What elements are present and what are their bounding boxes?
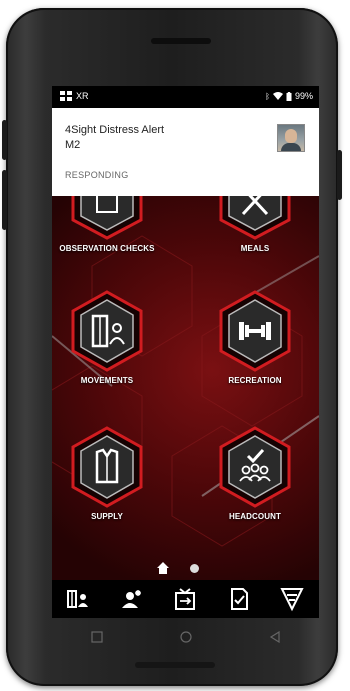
app-bottom-nav [52,580,319,618]
transfer-icon[interactable] [171,585,199,613]
status-app-label: XR [76,91,89,101]
bluetooth-icon: ᛒ [265,91,270,101]
home-circle-icon[interactable] [179,631,192,643]
page-indicator[interactable] [156,561,199,575]
movements-icon[interactable] [65,585,93,613]
page-dot[interactable] [190,563,199,573]
earpiece-speaker [151,38,211,44]
tile-label: OBSERVATION CHECKS [59,244,155,253]
battery-icon [286,91,292,101]
side-button [337,150,342,200]
side-button [2,120,7,160]
door-person-icon [71,290,143,372]
back-icon[interactable] [269,631,281,643]
recents-icon[interactable] [90,631,103,643]
tile-supply[interactable]: SUPPLY [52,426,162,521]
clipboard-icon [71,196,143,240]
status-bar: XR ᛒ 99% [52,86,319,108]
app-main: OBSERVATION CHECKS MEALS MOVEMENTS RECRE… [52,196,319,582]
tile-headcount[interactable]: HEADCOUNT [200,426,310,521]
home-icon[interactable] [156,561,170,575]
group-check-icon [219,426,291,508]
tile-label: SUPPLY [91,512,123,521]
distress-notification[interactable]: 4Sight Distress Alert M2 RESPONDING [52,108,319,196]
tile-label: HEADCOUNT [228,512,281,521]
tile-movements[interactable]: MOVEMENTS [52,290,162,385]
screen: XR ᛒ 99% 4Sight Distress Alert M2 RESPON… [52,86,319,582]
add-person-icon[interactable] [118,585,146,613]
notification-title: 4Sight Distress Alert [65,124,165,136]
tile-label: MEALS [240,244,270,253]
hex-background [52,235,319,547]
tile-meals[interactable]: MEALS [200,196,310,253]
speaker-grille [135,662,215,668]
dumbbell-icon [219,290,291,372]
tile-label: RECREATION [228,376,282,385]
notification-subtitle: M2 [65,139,81,151]
tile-observation-checks[interactable]: OBSERVATION CHECKS [52,196,162,253]
tile-label: MOVEMENTS [80,376,134,385]
app-logo-icon [60,91,72,101]
utensils-icon [219,196,291,240]
wifi-icon [272,92,283,100]
tile-recreation[interactable]: RECREATION [200,290,310,385]
battery-level: 99% [294,91,313,101]
logo-icon[interactable] [278,585,306,613]
checklist-icon[interactable] [225,585,253,613]
system-nav [52,618,319,656]
shirt-icon [71,426,143,508]
side-button [2,170,7,230]
avatar [277,124,305,152]
responding-button[interactable]: RESPONDING [65,170,129,180]
